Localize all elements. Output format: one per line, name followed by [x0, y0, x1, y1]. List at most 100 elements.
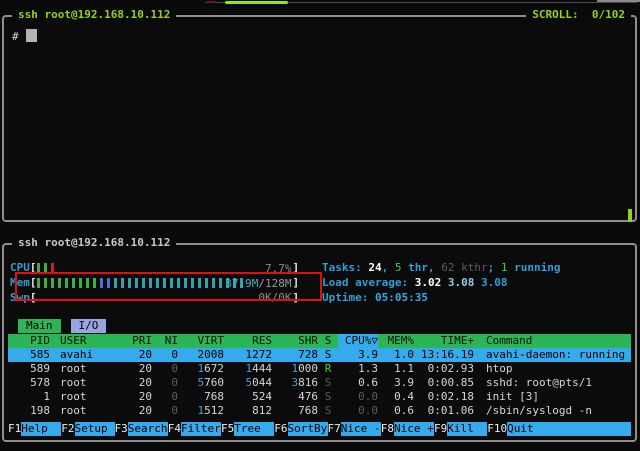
swp-meter-value: 0K/0K: [258, 291, 291, 305]
cell-mem: 1.1: [378, 362, 414, 376]
cell-virt: 1512: [178, 404, 224, 418]
cell-virt: 5760: [178, 376, 224, 390]
fnkey-f2[interactable]: F2: [61, 422, 74, 436]
cell-cmd: avahi-daemon: running: [474, 348, 631, 362]
recording-progress-segment: [597, 0, 640, 2]
tab-main[interactable]: Main: [18, 319, 61, 333]
fnkey-f10[interactable]: F10: [487, 422, 507, 436]
fnlabel-sortby[interactable]: SortBy: [288, 422, 328, 436]
terminal-screen: ssh root@192.168.10.112 SCROLL: 0/102 # …: [0, 0, 640, 451]
mem-meter-value: 37.9M/128M: [225, 277, 291, 291]
tab-io[interactable]: I/O: [71, 319, 107, 333]
recording-progress-bar: [225, 1, 288, 4]
column-header-virt[interactable]: VIRT: [178, 334, 224, 348]
fnlabel-setup[interactable]: Setup: [75, 422, 115, 436]
bracket: [: [30, 276, 37, 289]
column-header-s[interactable]: S: [318, 334, 338, 348]
cell-ni: 0: [152, 376, 178, 390]
process-row-578[interactable]: 578root200576050443816S0.63.90:00.85sshd…: [8, 376, 631, 390]
cell-shr: 768: [272, 404, 318, 418]
fnkey-f3[interactable]: F3: [115, 422, 128, 436]
fnlabel-help[interactable]: Help: [21, 422, 61, 436]
fnlabel-quit[interactable]: Quit: [507, 422, 631, 436]
cell-virt: 768: [178, 390, 224, 404]
cpu-meter-bars: 7.7%: [37, 262, 293, 274]
column-header-mem[interactable]: MEM%: [378, 334, 414, 348]
scroll-position-indicator: SCROLL: 0/102: [526, 8, 631, 22]
swp-meter-label: Swp: [10, 291, 30, 304]
column-header-pid[interactable]: PID: [8, 334, 50, 348]
cell-pri: 20: [112, 348, 152, 362]
cell-user: root: [50, 362, 112, 376]
fnkey-f8[interactable]: F8: [381, 422, 394, 436]
process-row-585[interactable]: 585avahi20020081272728S3.91.013:16.19ava…: [8, 348, 631, 362]
uptime: Uptime: 05:05:35: [322, 291, 428, 305]
fnkey-f5[interactable]: F5: [221, 422, 234, 436]
fnkey-f4[interactable]: F4: [168, 422, 181, 436]
cell-shr: 3816: [272, 376, 318, 390]
cell-pid: 198: [8, 404, 50, 418]
bottom-terminal-pane[interactable]: ssh root@192.168.10.112 CPU[7.7%]Mem[37.…: [2, 243, 637, 442]
column-header-user[interactable]: USER: [50, 334, 112, 348]
column-header-res[interactable]: RES: [224, 334, 272, 348]
cell-cpu: 0.0: [338, 390, 378, 404]
cell-s: S: [318, 404, 338, 418]
column-header-cmd[interactable]: Command: [474, 334, 631, 348]
fnlabel-search[interactable]: Search: [128, 422, 168, 436]
fnlabel-nice-[interactable]: Nice -: [341, 422, 381, 436]
bracket: ]: [293, 276, 300, 289]
fnlabel-nice-[interactable]: Nice +: [394, 422, 434, 436]
cell-s: S: [318, 348, 338, 362]
fnlabel-filter[interactable]: Filter: [181, 422, 221, 436]
cell-pid: 585: [8, 348, 50, 362]
process-row-1[interactable]: 1root200768524476S0.00.40:02.18init [3]: [8, 390, 631, 404]
cell-cpu: 3.9: [338, 348, 378, 362]
cell-mem: 1.0: [378, 348, 414, 362]
cell-res: 524: [224, 390, 272, 404]
top-terminal-pane[interactable]: ssh root@192.168.10.112 SCROLL: 0/102 #: [2, 15, 637, 222]
shell-prompt-line[interactable]: #: [12, 29, 37, 44]
htop-function-key-bar: F1HelpF2SetupF3SearchF4FilterF5TreeF6Sor…: [8, 422, 631, 436]
cell-shr: 476: [272, 390, 318, 404]
cell-cmd: htop: [474, 362, 631, 376]
cpu-meter-label: CPU: [10, 261, 30, 274]
bottom-pane-title: ssh root@192.168.10.112: [12, 236, 176, 250]
recording-marker: [207, 1, 215, 3]
column-header-cpu[interactable]: CPU%▽: [338, 334, 378, 348]
swp-meter-bars: 0K/0K: [37, 291, 293, 303]
cell-time: 13:16.19: [414, 348, 474, 362]
cell-pri: 20: [112, 390, 152, 404]
process-row-589[interactable]: 589root200167214441000R1.31.10:02.93htop: [8, 362, 631, 376]
swp-meter: Swp[0K/0K]: [10, 291, 299, 305]
fnkey-f9[interactable]: F9: [434, 422, 447, 436]
fnkey-f7[interactable]: F7: [328, 422, 341, 436]
cell-time: 0:02.18: [414, 390, 474, 404]
cell-virt: 2008: [178, 348, 224, 362]
cell-s: R: [318, 362, 338, 376]
cell-cmd: init [3]: [474, 390, 631, 404]
htop-table-header[interactable]: PIDUSERPRINIVIRTRESSHRSCPU%▽MEM%TIME+Com…: [8, 334, 631, 348]
column-header-shr[interactable]: SHR: [272, 334, 318, 348]
column-header-time[interactable]: TIME+: [414, 334, 474, 348]
mem-meter-label: Mem: [10, 276, 30, 289]
cell-res: 812: [224, 404, 272, 418]
column-header-ni[interactable]: NI: [152, 334, 178, 348]
cell-s: S: [318, 376, 338, 390]
top-pane-title: ssh root@192.168.10.112: [12, 8, 176, 22]
text-cursor: [26, 29, 37, 42]
cell-res: 5044: [224, 376, 272, 390]
scrollbar-thumb[interactable]: [628, 209, 632, 222]
shell-prompt: #: [12, 30, 19, 43]
fnlabel-tree[interactable]: Tree: [234, 422, 274, 436]
cell-pid: 578: [8, 376, 50, 390]
cell-time: 0:01.06: [414, 404, 474, 418]
fnkey-f6[interactable]: F6: [274, 422, 287, 436]
cell-mem: 0.4: [378, 390, 414, 404]
cell-shr: 1000: [272, 362, 318, 376]
process-row-198[interactable]: 198root2001512812768S0.00.60:01.06/sbin/…: [8, 404, 631, 418]
cell-pid: 589: [8, 362, 50, 376]
column-header-pri[interactable]: PRI: [112, 334, 152, 348]
fnkey-f1[interactable]: F1: [8, 422, 21, 436]
fnlabel-kill[interactable]: Kill: [447, 422, 487, 436]
cell-ni: 0: [152, 404, 178, 418]
